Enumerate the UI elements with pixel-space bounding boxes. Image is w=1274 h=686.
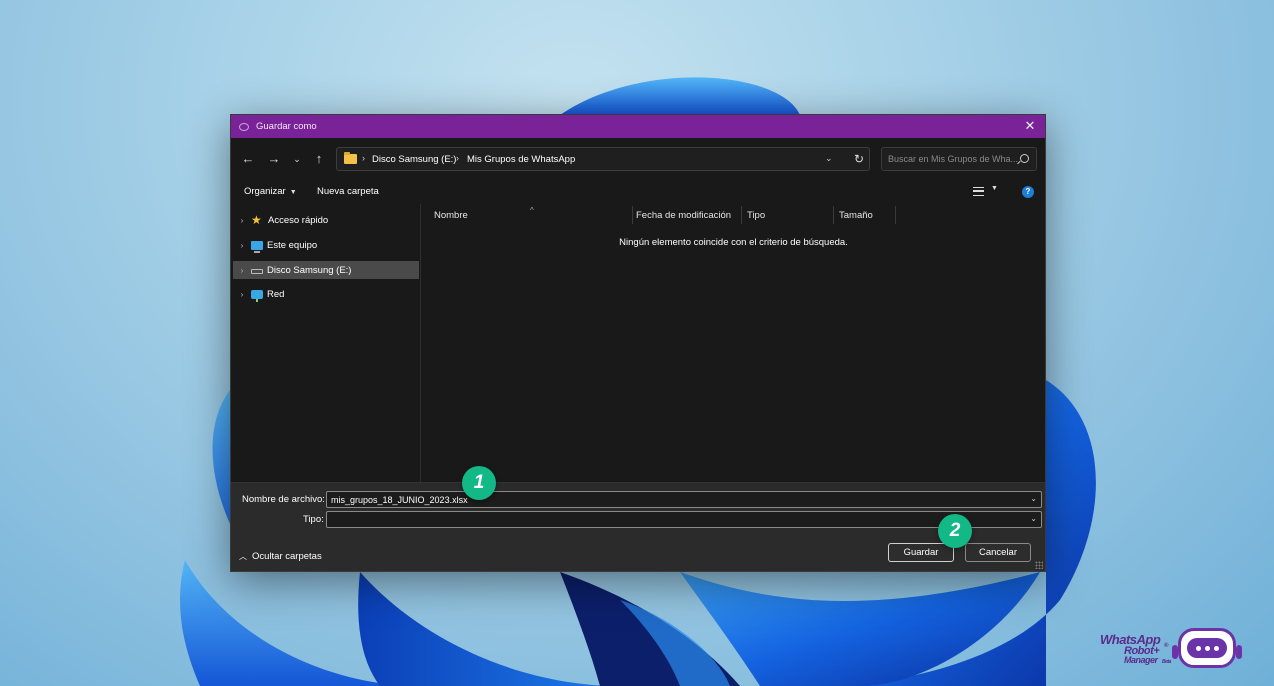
drive-icon	[251, 268, 263, 274]
expand-chevron-icon[interactable]: ›	[235, 266, 249, 275]
breadcrumb-folder[interactable]: Mis Grupos de WhatsApp	[467, 154, 575, 165]
sidebar-item-label: Acceso rápido	[268, 214, 329, 226]
column-header-name[interactable]: Nombre ^	[434, 206, 534, 221]
breadcrumb-drive[interactable]: Disco Samsung (E:)	[372, 154, 456, 165]
file-list: Nombre ^ Fecha de modificación Tipo Tama…	[422, 204, 1045, 482]
details-view-icon	[973, 187, 984, 196]
sidebar-item-quick-access[interactable]: › ★ Acceso rápido	[233, 211, 419, 229]
help-icon[interactable]: ?	[1022, 186, 1034, 198]
network-icon	[251, 289, 263, 302]
column-label: Nombre	[434, 210, 468, 221]
up-arrow-icon[interactable]: ↑	[310, 150, 328, 168]
address-history-chevron-icon[interactable]: ⌄	[825, 153, 833, 164]
organize-label: Organizar	[244, 186, 286, 197]
refresh-icon[interactable]: ↻	[851, 151, 867, 167]
caret-down-icon: ▼	[289, 189, 297, 196]
address-bar[interactable]: › Disco Samsung (E:) › Mis Grupos de Wha…	[336, 147, 870, 171]
cancel-button[interactable]: Cancelar	[965, 543, 1031, 562]
step-badge-1: 1	[462, 466, 496, 500]
expand-chevron-icon[interactable]: ›	[235, 290, 249, 299]
robot-face	[1187, 638, 1227, 658]
robot-ear	[1236, 645, 1242, 659]
sort-ascending-icon: ^	[530, 206, 534, 215]
folder-icon	[344, 152, 357, 164]
empty-state-message: Ningún elemento coincide con el criterio…	[619, 237, 848, 248]
recent-locations-chevron-icon[interactable]: ⌄	[288, 150, 306, 168]
robot-icon	[1172, 628, 1242, 668]
step-badge-2: 2	[938, 514, 972, 548]
hide-folders-label: Ocultar carpetas	[252, 551, 322, 562]
organize-menu[interactable]: Organizar ▼	[244, 186, 297, 197]
chevron-down-icon[interactable]: ⌄	[1030, 494, 1037, 503]
sidebar-item-label: Red	[267, 288, 285, 300]
save-button[interactable]: Guardar	[888, 543, 954, 562]
new-folder-button[interactable]: Nueva carpeta	[317, 186, 379, 197]
chevron-down-icon[interactable]: ⌄	[1030, 514, 1037, 523]
sidebar-item-label: Este equipo	[267, 239, 318, 251]
sidebar-item-samsung-drive[interactable]: › Disco Samsung (E:)	[233, 261, 419, 279]
logo-beta-label: Beta	[1162, 659, 1171, 665]
command-bar: Organizar ▼ Nueva carpeta ▼ ?	[231, 180, 1045, 204]
filename-value: mis_grupos_18_JUNIO_2023.xlsx	[331, 495, 468, 505]
forward-arrow-icon[interactable]: →	[265, 150, 283, 168]
breadcrumb-separator-icon: ›	[362, 153, 365, 163]
title-bar: Guardar como ✕	[231, 115, 1045, 138]
app-icon	[239, 122, 249, 131]
breadcrumb-separator-icon: ›	[456, 153, 459, 163]
column-header-type[interactable]: Tipo	[747, 210, 765, 221]
search-icon	[1020, 154, 1029, 163]
save-as-dialog: Guardar como ✕ ← → ⌄ ↑ › Disco Samsung (…	[230, 114, 1046, 572]
column-header-size[interactable]: Tamaño	[839, 210, 873, 221]
logo-registered-mark: ®	[1164, 643, 1168, 649]
search-input[interactable]: Buscar en Mis Grupos de Wha...	[881, 147, 1037, 171]
chevron-up-icon: ︿	[239, 552, 247, 561]
view-options-button[interactable]: ▼	[973, 185, 1001, 199]
dialog-title: Guardar como	[256, 121, 317, 132]
expand-chevron-icon[interactable]: ›	[235, 216, 249, 225]
caret-down-icon: ▼	[991, 185, 998, 192]
robot-ear	[1172, 645, 1178, 659]
type-label: Tipo:	[303, 514, 324, 525]
save-options-panel: Nombre de archivo: mis_grupos_18_JUNIO_2…	[231, 482, 1045, 571]
star-icon: ★	[251, 213, 262, 227]
filename-label: Nombre de archivo:	[242, 494, 325, 505]
sidebar-item-network[interactable]: › Red	[233, 285, 419, 303]
navigation-bar: ← → ⌄ ↑ › Disco Samsung (E:) › Mis Grupo…	[231, 138, 1045, 180]
sidebar-item-this-pc[interactable]: › Este equipo	[233, 236, 419, 254]
sidebar-item-label: Disco Samsung (E:)	[267, 264, 352, 276]
logo-line-3: Manager	[1124, 655, 1158, 665]
column-divider[interactable]	[833, 206, 834, 224]
file-type-select[interactable]: ⌄	[326, 511, 1042, 528]
column-divider[interactable]	[895, 206, 896, 224]
close-button[interactable]: ✕	[1023, 119, 1037, 133]
hide-folders-toggle[interactable]: ︿ Ocultar carpetas	[239, 551, 322, 562]
search-placeholder: Buscar en Mis Grupos de Wha...	[888, 154, 1019, 164]
column-header-date-modified[interactable]: Fecha de modificación	[636, 210, 731, 221]
whatsapp-robot-manager-logo: WhatsApp Robot+ ® Manager Beta	[1098, 624, 1274, 686]
navigation-pane: › ★ Acceso rápido › Este equipo › Disco …	[231, 204, 421, 482]
computer-icon	[251, 241, 263, 253]
filename-input[interactable]: mis_grupos_18_JUNIO_2023.xlsx ⌄	[326, 491, 1042, 508]
column-divider[interactable]	[632, 206, 633, 224]
back-arrow-icon[interactable]: ←	[239, 150, 257, 168]
resize-grip-icon[interactable]	[1035, 561, 1043, 569]
expand-chevron-icon[interactable]: ›	[235, 241, 249, 250]
column-divider[interactable]	[741, 206, 742, 224]
